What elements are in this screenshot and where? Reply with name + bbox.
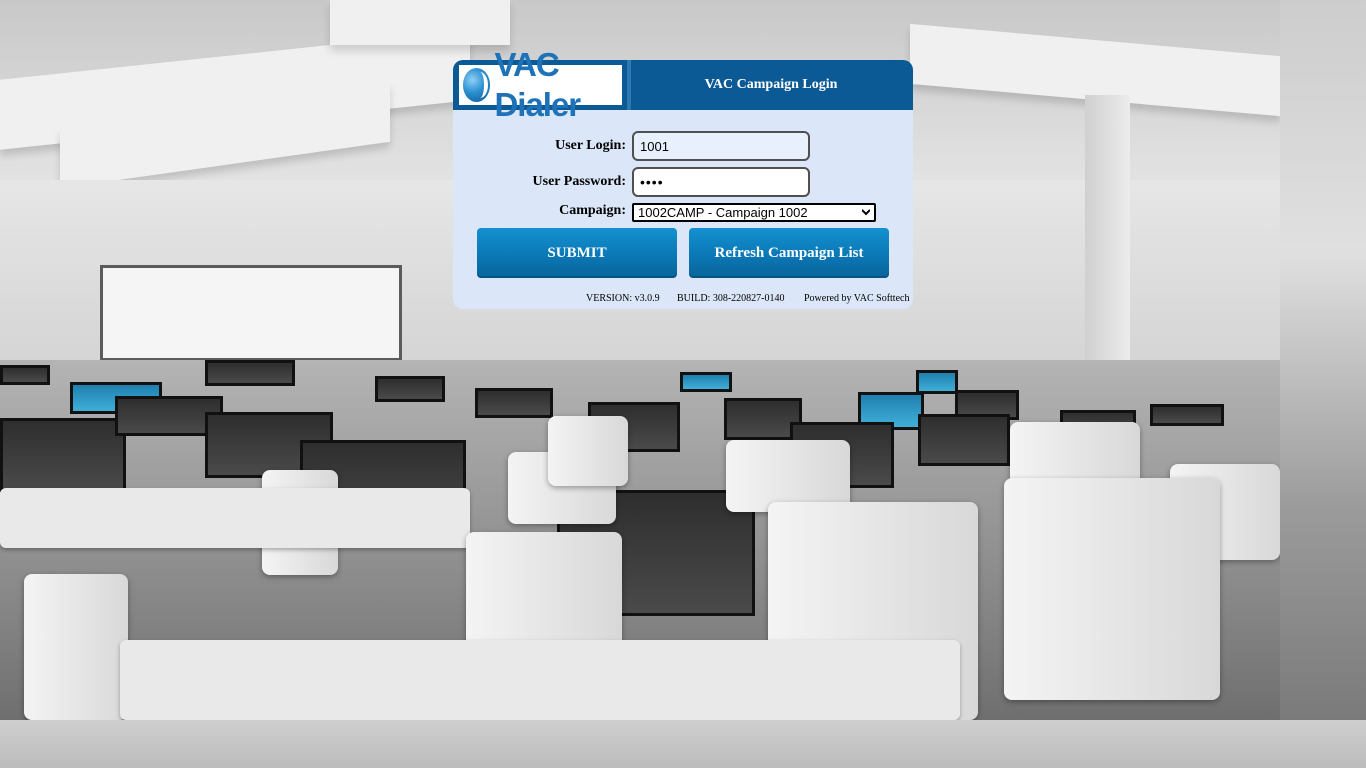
desk xyxy=(120,640,960,720)
monitor xyxy=(680,372,732,392)
panel-title: VAC Campaign Login xyxy=(704,77,838,92)
submit-button[interactable]: SUBMIT xyxy=(477,228,677,278)
user-login-row: User Login: xyxy=(453,131,913,161)
campaign-label: Campaign: xyxy=(559,203,626,218)
user-login-label: User Login: xyxy=(555,138,626,153)
monitor xyxy=(0,418,126,492)
panel-footer: VERSION: v3.0.9 BUILD: 308-220827-0140 P… xyxy=(453,293,913,307)
monitor xyxy=(0,365,50,385)
vac-dialer-logo-icon xyxy=(463,68,491,102)
build-text: BUILD: 308-220827-0140 xyxy=(677,293,785,304)
monitor xyxy=(1150,404,1224,426)
whiteboard xyxy=(100,265,402,361)
desk-partition xyxy=(548,416,628,486)
user-password-row: User Password: xyxy=(453,167,913,197)
powered-by-text: Powered by VAC Softtech xyxy=(804,293,910,304)
submit-button-label: SUBMIT xyxy=(547,244,607,261)
monitor xyxy=(918,414,1010,466)
campaign-row: Campaign: 1002CAMP - Campaign 1002 xyxy=(453,200,913,230)
campaign-select[interactable]: 1002CAMP - Campaign 1002 xyxy=(632,203,876,222)
login-panel: VAC Dialer VAC Campaign Login User Login… xyxy=(453,46,913,309)
desk xyxy=(0,488,470,548)
desk-partition xyxy=(1010,422,1140,484)
version-text: VERSION: v3.0.9 xyxy=(586,293,660,304)
desk-partition xyxy=(24,574,128,720)
user-password-input[interactable] xyxy=(632,167,810,197)
user-password-label: User Password: xyxy=(532,174,626,189)
chevron-down-icon xyxy=(862,209,870,216)
background-tile xyxy=(0,720,1366,768)
panel-header: VAC Dialer VAC Campaign Login xyxy=(453,46,913,123)
logo-text: VAC Dialer xyxy=(494,46,581,123)
refresh-button-label: Refresh Campaign List xyxy=(714,244,864,261)
monitor xyxy=(475,388,553,418)
refresh-campaign-list-button[interactable]: Refresh Campaign List xyxy=(689,228,889,278)
monitor xyxy=(375,376,445,402)
campaign-selected-value: 1002CAMP - Campaign 1002 xyxy=(638,205,808,220)
logo: VAC Dialer xyxy=(453,46,629,123)
panel-title-bar: VAC Campaign Login xyxy=(627,60,913,110)
user-login-input[interactable] xyxy=(632,131,810,161)
monitor xyxy=(916,370,958,394)
pillar xyxy=(1085,95,1130,395)
ceiling-beam xyxy=(330,0,510,45)
monitor xyxy=(205,360,295,386)
background-tile xyxy=(1280,0,1366,720)
desk-partition xyxy=(1004,478,1220,700)
